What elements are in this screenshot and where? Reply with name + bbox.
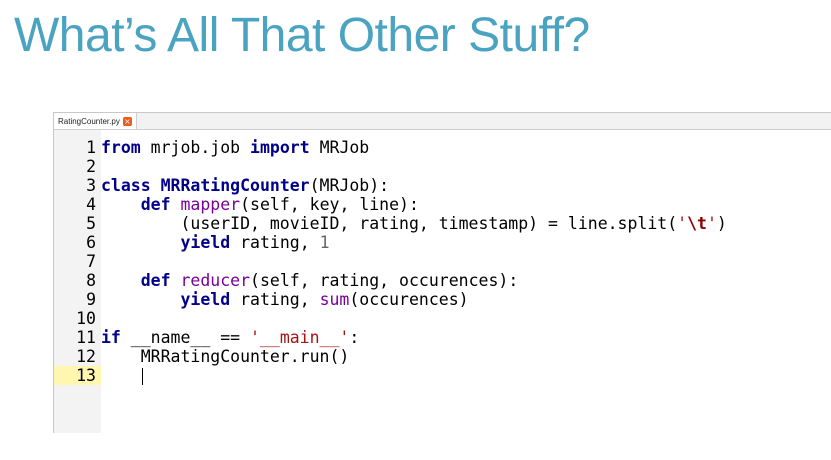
line-number: 5 [86,214,96,233]
code-text-span: __name__ == [120,328,251,347]
close-icon[interactable]: × [122,116,132,126]
code-editor[interactable]: RatingCounter.py × 1 from mrjob.job impor… [53,112,831,433]
string-literal: ' [677,214,688,233]
tab-label: RatingCounter.py [58,116,120,126]
keyword: yield [180,233,231,252]
function-name: reducer [180,271,251,290]
line-number: 1 [86,138,96,157]
code-text-span: MRRatingCounter.run() [101,347,350,366]
code-line-2: 2 [54,157,831,176]
code-text-span [171,271,181,290]
code-text-span [151,176,161,195]
keyword: from [101,138,141,157]
module-name: mrjob.job [140,138,251,157]
line-number: 13 [54,366,101,385]
code-line-12: 12 MRRatingCounter.run() [54,347,831,366]
keyword: if [101,328,121,347]
text-cursor [141,368,143,385]
code-text[interactable]: 1 from mrjob.job import MRJob 2 3 class MR… [54,138,831,385]
code-line-4: 4 def mapper(self, key, line): [54,195,831,214]
line-number: 4 [86,195,96,214]
line-number: 10 [76,309,96,328]
code-line-9: 9 yield rating, sum(occurences) [54,290,831,309]
line-number: 2 [86,157,96,176]
code-text-span: (userID, movieID, rating, timestamp) = l… [101,214,678,233]
keyword: import [250,138,310,157]
builtin-name: sum [319,290,350,309]
code-text-span: (self, key, line): [240,195,419,214]
code-line-11: 11 if __name__ == '__main__': [54,328,831,347]
class-name: MRRatingCounter [160,176,310,195]
keyword: def [140,271,171,290]
code-line-1: 1 from mrjob.job import MRJob [54,138,831,157]
code-text-span: MRJob [309,138,370,157]
line-number: 3 [86,176,96,195]
code-line-5: 5 (userID, movieID, rating, timestamp) =… [54,214,831,233]
code-text-span: (self, rating, occurences): [250,271,519,290]
slide-title: What’s All That Other Stuff? [14,9,590,62]
line-number: 12 [76,347,96,366]
code-area[interactable]: 1 from mrjob.job import MRJob 2 3 class MR… [54,130,831,433]
string-literal: ' [706,214,717,233]
code-text-span: rating, [230,233,320,252]
function-name: mapper [180,195,241,214]
escape-sequence: \t [687,214,707,233]
line-number: 11 [76,328,96,347]
number-literal: 1 [319,233,330,252]
code-line-7: 7 [54,252,831,271]
line-number: 7 [86,252,96,271]
code-text-span: (MRJob): [309,176,390,195]
tab-ratingcounter[interactable]: RatingCounter.py × [54,113,137,129]
code-line-13: 13 [54,366,831,385]
code-line-10: 10 [54,309,831,328]
code-line-8: 8 def reducer(self, rating, occurences): [54,271,831,290]
code-line-6: 6 yield rating, 1 [54,233,831,252]
code-text-span: : [349,328,360,347]
keyword: def [140,195,171,214]
code-text-span: (occurences) [349,290,469,309]
string-literal: '__main__' [250,328,350,347]
line-number: 9 [86,290,96,309]
code-line-3: 3 class MRRatingCounter(MRJob): [54,176,831,195]
line-number: 6 [86,233,96,252]
code-text-span: rating, [230,290,320,309]
keyword: yield [180,290,231,309]
keyword: class [101,176,151,195]
tab-bar: RatingCounter.py × [54,113,831,130]
code-text-span [171,195,181,214]
line-number: 8 [86,271,96,290]
code-text-span: ) [716,214,727,233]
